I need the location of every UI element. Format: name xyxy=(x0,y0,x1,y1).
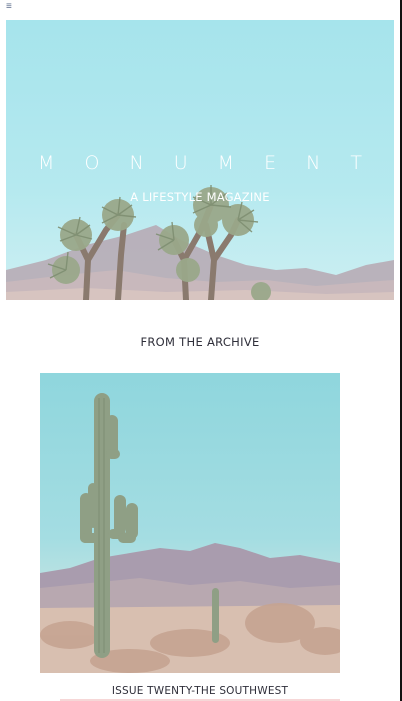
issue-cover-image[interactable] xyxy=(40,373,340,673)
magazine-title: M O N U M E N T xyxy=(38,152,374,174)
hero-banner: M O N U M E N T A LIFESTYLE MAGAZINE xyxy=(6,20,394,300)
saguaro-desert-image xyxy=(40,393,340,673)
magazine-subtitle: A LIFESTYLE MAGAZINE xyxy=(130,190,270,204)
hamburger-menu-icon[interactable]: ≡ xyxy=(6,2,12,12)
issue-title-link[interactable]: ISSUE TWENTY-THE SOUTHWEST xyxy=(0,685,400,697)
archive-heading: FROM THE ARCHIVE xyxy=(140,335,260,349)
page: ≡ M O N U M E N T A LIFESTYLE MAGAZINE F… xyxy=(0,0,402,701)
